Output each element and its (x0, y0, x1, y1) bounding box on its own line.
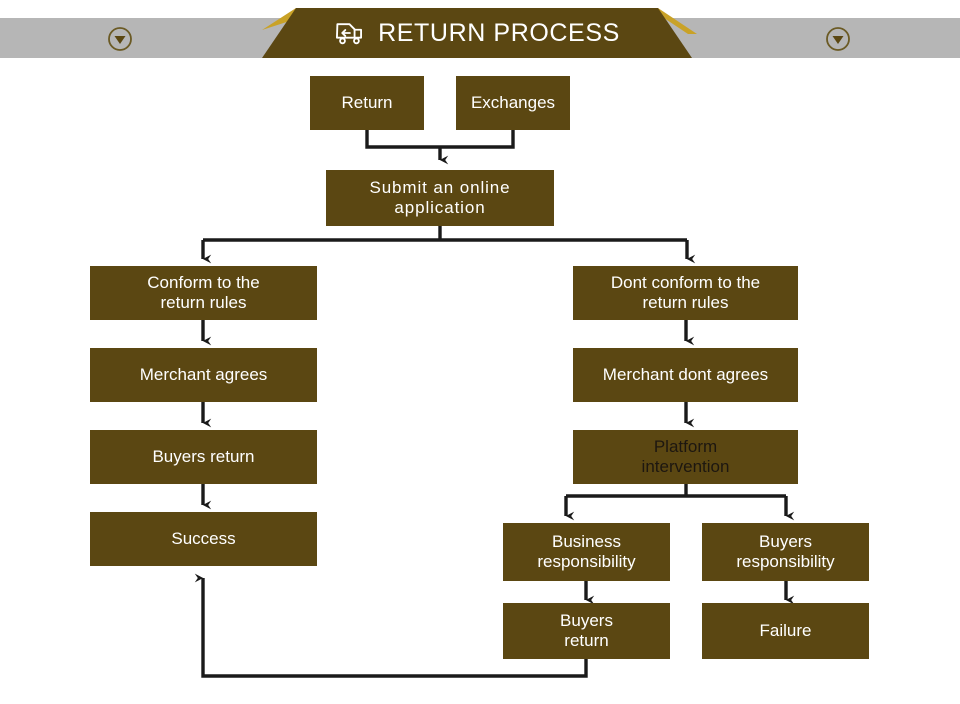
node-conform-to-return-rules[interactable]: Conform to the return rules (90, 266, 317, 320)
node-exchanges[interactable]: Exchanges (456, 76, 570, 130)
node-buyers-return-right[interactable]: Buyers return (503, 603, 670, 659)
chevron-down-circle-icon-left[interactable] (107, 26, 133, 52)
page-title: RETURN PROCESS (378, 18, 620, 47)
return-truck-icon (336, 23, 363, 45)
node-merchant-dont-agrees[interactable]: Merchant dont agrees (573, 348, 798, 402)
node-submit-application[interactable]: Submit an online application (326, 170, 554, 226)
chevron-down-circle-icon-right[interactable] (825, 26, 851, 52)
diagram-canvas: RETURN PROCESS Return Exchanges Submit a… (0, 0, 960, 704)
node-platform-intervention[interactable]: Platform intervention (573, 430, 798, 484)
node-business-responsibility[interactable]: Business responsibility (503, 523, 670, 581)
header-banner-content: RETURN PROCESS (262, 8, 692, 58)
node-buyers-return-left[interactable]: Buyers return (90, 430, 317, 484)
node-dont-conform-to-return-rules[interactable]: Dont conform to the return rules (573, 266, 798, 320)
node-success[interactable]: Success (90, 512, 317, 566)
node-buyers-responsibility[interactable]: Buyers responsibility (702, 523, 869, 581)
node-return[interactable]: Return (310, 76, 424, 130)
node-failure[interactable]: Failure (702, 603, 869, 659)
node-merchant-agrees[interactable]: Merchant agrees (90, 348, 317, 402)
